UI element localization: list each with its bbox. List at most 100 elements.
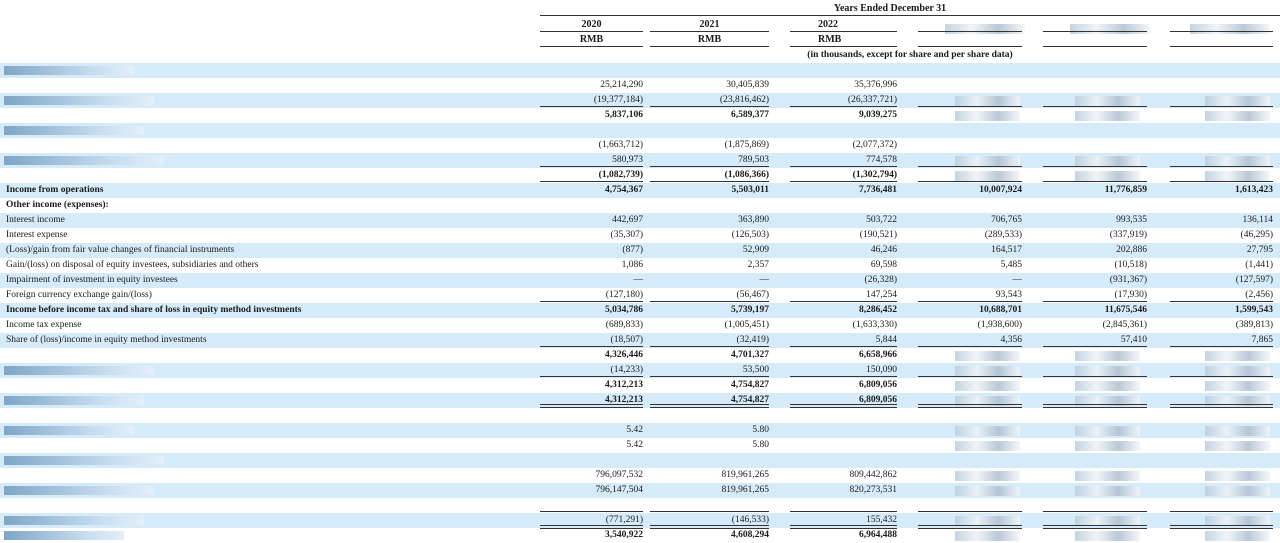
row-label: Other income (expenses): <box>6 200 109 210</box>
redacted-label <box>4 531 124 540</box>
year-2020-rule <box>540 31 643 32</box>
cell-col-1: (877) <box>622 245 643 255</box>
redacted-cell <box>1075 531 1140 541</box>
redacted-header-col-5 <box>1070 24 1150 34</box>
cell-col-6 <box>1170 78 1273 93</box>
cell-col-1: 4,326,446 <box>605 350 643 360</box>
cell-col-1: 442,697 <box>612 215 643 225</box>
redacted-cell <box>1075 96 1140 106</box>
total-double-rule <box>790 525 897 529</box>
cell-col-1 <box>540 63 643 78</box>
subtotal-rule <box>540 511 643 512</box>
cell-col-3: (26,328) <box>864 275 897 285</box>
cell-col-6: (1,441) <box>1245 260 1273 270</box>
cell-col-5 <box>1043 78 1147 93</box>
cell-col-1: 5,837,106 <box>605 110 643 120</box>
subtotal-rule <box>918 376 1022 377</box>
cell-col-3: 7,736,481 <box>859 185 897 195</box>
year-2021-rule <box>650 31 769 32</box>
cell-col-3: 6,964,488 <box>859 530 897 540</box>
years-ended-header: Years Ended December 31 <box>833 3 947 14</box>
cell-col-6: 1,599,543 <box>1235 305 1273 315</box>
cell-col-2: 5,503,011 <box>731 185 769 195</box>
cell-col-1: 4,312,213 <box>605 380 643 390</box>
cell-col-1: (1,663,712) <box>598 140 643 150</box>
header-rule-col4b <box>918 46 1022 47</box>
year-2022-rule <box>790 31 897 32</box>
redacted-cell <box>955 531 1020 541</box>
redacted-cell <box>1205 471 1270 481</box>
cell-col-3: 6,658,966 <box>859 350 897 360</box>
subtotal-rule <box>790 376 897 377</box>
cell-col-4 <box>918 123 1022 138</box>
total-double-rule <box>918 404 1022 408</box>
cell-col-3: 809,442,862 <box>849 470 898 480</box>
cell-col-3: 35,376,996 <box>854 80 897 90</box>
cell-col-4: (1,938,600) <box>977 320 1022 330</box>
subtotal-rule <box>540 181 643 182</box>
cell-col-6 <box>1170 453 1273 468</box>
cell-col-2: (126,503) <box>731 230 769 240</box>
subtotal-rule <box>1043 181 1147 182</box>
row-label: Income before income tax and share of lo… <box>6 305 302 315</box>
header-rule-col6 <box>1170 31 1273 32</box>
cell-col-5 <box>1043 408 1147 423</box>
cell-col-3 <box>790 453 897 468</box>
row-label: Income from operations <box>6 185 104 195</box>
cell-col-3: 8,286,452 <box>859 305 897 315</box>
row-label: Interest income <box>6 215 65 225</box>
cell-col-4 <box>918 138 1022 153</box>
table-row: 4,312,213 4,754,827 6,809,056 <box>0 378 1280 393</box>
table-row: Gain/(loss) on disposal of equity invest… <box>0 258 1280 273</box>
table-row: Other income (expenses): <box>0 198 1280 213</box>
cell-col-6: (389,813) <box>1235 320 1273 330</box>
redacted-cell <box>1205 96 1270 106</box>
currency-2021-rule <box>650 46 769 47</box>
subtotal-rule <box>1170 106 1273 107</box>
subtotal-rule <box>1170 301 1273 302</box>
redacted-cell <box>1205 441 1270 451</box>
cell-col-5: (10,518) <box>1114 260 1147 270</box>
cell-col-4 <box>918 78 1022 93</box>
cell-col-1: 5.42 <box>626 425 643 435</box>
cell-col-5: 202,886 <box>1116 245 1147 255</box>
year-2020-header: 2020 <box>581 19 602 30</box>
cell-col-2: 5.80 <box>752 425 769 435</box>
cell-col-1: (35,307) <box>610 230 643 240</box>
cell-col-2: 52,909 <box>742 245 769 255</box>
redacted-cell <box>1075 381 1140 391</box>
subtotal-rule <box>540 166 643 167</box>
redacted-cell <box>955 96 1020 106</box>
cell-col-5 <box>1043 63 1147 78</box>
cell-col-3: 6,809,056 <box>859 380 897 390</box>
cell-col-3 <box>790 438 897 453</box>
total-double-rule <box>650 525 769 529</box>
header-rule <box>540 15 1280 16</box>
cell-col-3: 46,246 <box>870 245 897 255</box>
currency-2020-rule <box>540 46 643 47</box>
cell-col-1: (689,833) <box>605 320 643 330</box>
subtotal-rule <box>650 346 769 347</box>
cell-col-2: 5,739,197 <box>731 305 769 315</box>
redacted-label <box>4 486 154 495</box>
cell-col-2: 2,357 <box>747 260 769 270</box>
cell-col-2: 4,701,327 <box>731 350 769 360</box>
table-row <box>0 123 1280 138</box>
table-row: 796,097,532 819,961,265 809,442,862 <box>0 468 1280 483</box>
total-double-rule <box>540 525 643 529</box>
redacted-label <box>4 456 164 465</box>
total-double-rule <box>650 404 769 408</box>
cell-col-2: (1,875,869) <box>724 140 769 150</box>
row-label: Income tax expense <box>6 320 82 330</box>
redacted-cell <box>1075 486 1140 496</box>
redacted-cell <box>955 171 1020 181</box>
subtotal-rule <box>1170 181 1273 182</box>
redacted-cell <box>1075 156 1140 166</box>
subtotal-rule <box>650 166 769 167</box>
subtotal-rule <box>1043 376 1147 377</box>
cell-col-1: 796,097,532 <box>595 470 644 480</box>
cell-col-6: 1,613,423 <box>1235 185 1273 195</box>
row-label: (Loss)/gain from fair value changes of f… <box>6 245 235 255</box>
subtotal-rule <box>650 181 769 182</box>
cell-col-2: 363,890 <box>738 215 769 225</box>
